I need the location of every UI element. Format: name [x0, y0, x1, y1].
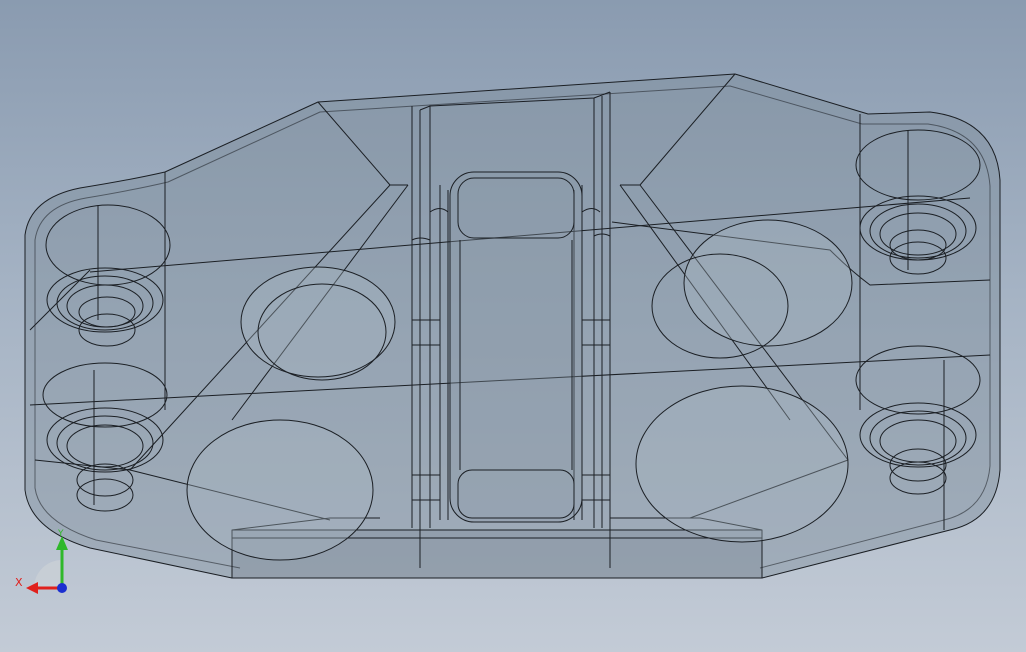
y-axis-label: Y: [58, 529, 64, 539]
coordinate-triad: [26, 536, 68, 594]
z-axis-dot: [57, 583, 67, 593]
3d-graphics-viewport[interactable]: X Y: [0, 0, 1026, 652]
triad-base-wedge: [34, 560, 62, 588]
x-axis-label: X: [15, 576, 23, 589]
